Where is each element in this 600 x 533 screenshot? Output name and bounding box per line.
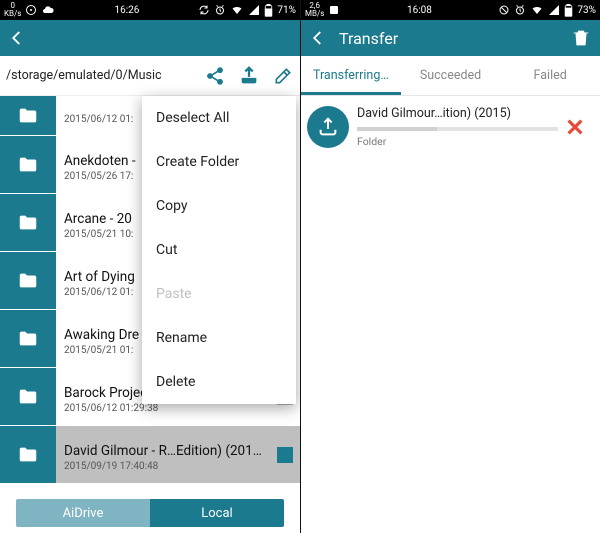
toggle-aidrive[interactable]: AiDrive [16, 499, 150, 527]
dnd-icon [498, 4, 510, 16]
wifi-icon [530, 4, 544, 16]
storage-toggle: AiDrive Local [16, 499, 284, 527]
share-icon [205, 66, 225, 86]
folder-icon [15, 444, 41, 466]
folder-icon [15, 386, 41, 408]
battery-pct: 73% [577, 5, 596, 16]
alarm-icon [514, 4, 526, 16]
transfer-kind: Folder [357, 135, 558, 148]
sync-icon [198, 4, 210, 16]
menu-deselect-all[interactable]: Deselect All [142, 96, 296, 140]
edit-icon [273, 66, 293, 86]
context-menu: Deselect All Create Folder Copy Cut Past… [142, 96, 296, 404]
album-icon [25, 4, 37, 16]
menu-copy[interactable]: Copy [142, 184, 296, 228]
progress-bar [357, 127, 558, 131]
statusbar: 0 KB/s 16:26 71% [0, 0, 300, 20]
path-text: /storage/emulated/0/Music [0, 68, 198, 83]
menu-rename[interactable]: Rename [142, 316, 296, 360]
back-icon[interactable] [8, 29, 26, 47]
menu-create-folder[interactable]: Create Folder [142, 140, 296, 184]
transfer-item: David Gilmour…ition) (2015) Folder [301, 96, 600, 158]
page-title: Transfer [339, 29, 398, 48]
upload-icon [238, 65, 260, 87]
toggle-local[interactable]: Local [150, 499, 284, 527]
menu-delete[interactable]: Delete [142, 360, 296, 404]
folder-icon [15, 328, 41, 350]
wifi-icon [230, 4, 244, 16]
list-item[interactable]: David Gilmour - R…Edition) (2015)2015/09… [0, 426, 300, 484]
trash-icon[interactable] [570, 27, 592, 49]
signal-icon [248, 4, 260, 16]
signal-icon [548, 4, 560, 16]
phone-right: 2,6 MB/s 16:08 73% Transfer Transferr [300, 0, 600, 533]
share-button[interactable] [198, 66, 232, 86]
phone-left: 0 KB/s 16:26 71% /storage/emulated/0/M [0, 0, 300, 533]
folder-icon [15, 212, 41, 234]
battery-icon [564, 4, 573, 17]
close-icon [564, 116, 586, 138]
net-speed: 2,6 MB/s [305, 2, 324, 18]
status-time: 16:26 [114, 5, 139, 16]
appbar [0, 20, 300, 56]
path-row: /storage/emulated/0/Music [0, 56, 300, 96]
menu-paste: Paste [142, 272, 296, 316]
back-icon[interactable] [309, 29, 327, 47]
status-time: 16:08 [407, 5, 432, 16]
cancel-transfer-button[interactable] [558, 116, 592, 138]
edit-button[interactable] [266, 66, 300, 86]
tab-transferring[interactable]: Transferring… [301, 56, 401, 95]
battery-pct: 71% [277, 5, 296, 16]
tab-succeeded[interactable]: Succeeded [401, 56, 501, 95]
cloud-icon [41, 4, 55, 16]
net-speed: 0 KB/s [4, 2, 21, 18]
folder-icon [15, 154, 41, 176]
tabs: Transferring… Succeeded Failed [301, 56, 600, 96]
upload-button[interactable] [232, 65, 266, 87]
appbar: Transfer [301, 20, 600, 56]
upload-badge-icon [307, 106, 349, 148]
battery-icon [264, 4, 273, 17]
tab-failed[interactable]: Failed [500, 56, 600, 95]
transfer-name: David Gilmour…ition) (2015) [357, 106, 558, 121]
statusbar: 2,6 MB/s 16:08 73% [301, 0, 600, 20]
folder-icon [15, 270, 41, 292]
menu-cut[interactable]: Cut [142, 228, 296, 272]
checkbox[interactable] [270, 447, 300, 463]
app-icon [328, 4, 340, 16]
folder-icon [15, 105, 41, 127]
alarm-icon [214, 4, 226, 16]
